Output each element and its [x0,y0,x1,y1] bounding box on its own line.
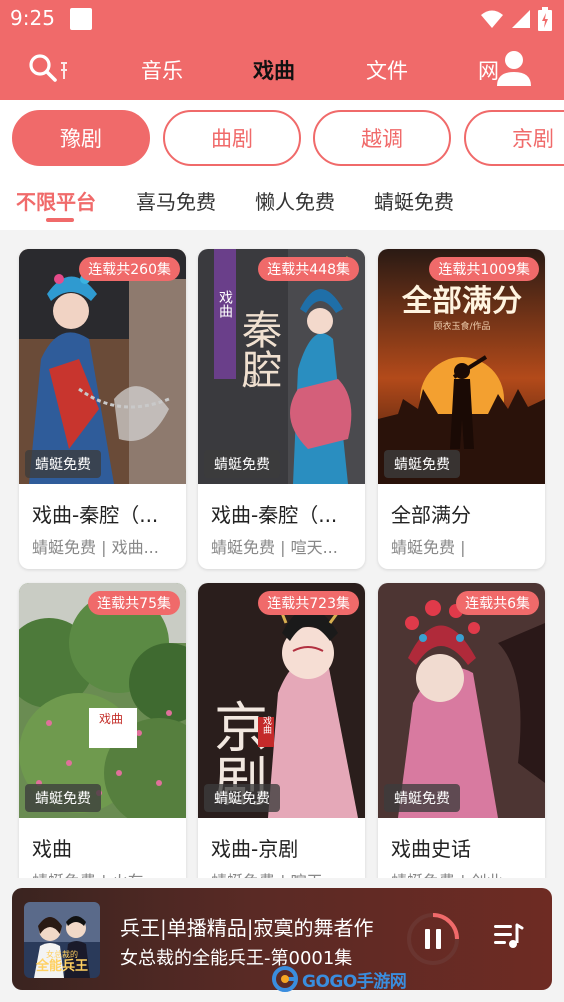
now-playing-title: 兵王|单播精品|寂寞的舞者作 [120,916,374,940]
source-tag: 蜻蜓免费 [204,784,280,812]
cover-title-text: 全能兵王 [35,958,88,974]
platform-tab-all[interactable]: 不限平台 [16,186,96,215]
album-title: 戏曲-京剧 [211,837,299,861]
album-card[interactable]: 连载共6集 蜻蜓免费 戏曲史话 蜻蜓免费 | 创业 [378,583,545,878]
source-tag: 蜻蜓免费 [25,450,101,478]
tab-opera[interactable]: 戏曲 [253,55,295,85]
status-bar: 9:25 [0,0,564,38]
notification-icon [70,8,92,30]
category-pill-jingju[interactable]: 京剧 [464,110,564,166]
source-tag: 蜻蜓免费 [384,784,460,812]
episode-badge: 连载共260集 [79,257,180,281]
category-pill-yuju[interactable]: 豫剧 [12,110,150,166]
episode-badge: 连载共6集 [456,591,539,615]
status-icons [480,7,552,31]
episode-badge: 连载共723集 [258,591,359,615]
source-tag: 蜻蜓免费 [384,450,460,478]
album-subtitle: 蜻蜓免费 | 创业 [391,868,536,878]
watermark-text: GOGO手游网 [302,971,407,992]
cover-label-text: 戏曲 [99,712,123,726]
album-cover [378,583,545,818]
cover-text: 戏曲 [217,290,233,318]
wifi-icon [481,10,503,28]
album-cover: 全部满分 顾衣玉食/作品 [378,249,545,484]
active-tab-underline [46,218,74,222]
album-cover [19,249,186,484]
album-title: 戏曲 [32,837,72,861]
platform-tab-lanren[interactable]: 懒人免费 [255,186,335,215]
album-subtitle: 蜻蜓免费 | 火车 [32,868,177,878]
album-cover: 戏曲 秦腔 1 [198,249,365,484]
signal-icon [512,10,530,28]
cover-small-text: 女总裁的 [46,949,78,959]
source-tag: 蜻蜓免费 [25,784,101,812]
episode-badge: 连载共1009集 [429,257,539,281]
album-grid: 连载共260集 蜻蜓免费 戏曲-秦腔（... 蜻蜓免费 | 戏曲... 戏曲 秦… [0,230,564,878]
album-subtitle: 蜻蜓免费 | [391,538,466,557]
status-time: 9:25 [10,6,55,30]
platform-tab-qingting[interactable]: 蜻蜓免费 [374,186,454,215]
battery-icon [538,7,552,31]
filter-panel: 豫剧 曲剧 越调 京剧 不限平台 喜马免费 懒人免费 蜻蜓免费 [0,100,564,230]
album-cover: 京剧 戏曲 [198,583,365,818]
album-subtitle: 蜻蜓免费 | 戏曲... [32,538,159,557]
category-pill-quju[interactable]: 曲剧 [163,110,301,166]
playlist-icon[interactable] [492,921,524,953]
top-nav: 音乐 戏曲 文件 网 [0,38,564,100]
tab-music[interactable]: 音乐 [141,55,183,85]
cover-seal-text: 戏曲 [261,715,272,735]
episode-badge: 连载共75集 [88,591,180,615]
category-pill-yuediao[interactable]: 越调 [313,110,451,166]
episode-badge: 连载共448集 [258,257,359,281]
cover-title-text: 全部满分 [401,284,522,319]
user-icon[interactable] [496,50,532,86]
watermark-logo-icon [272,966,298,992]
album-title: 戏曲-秦腔（... [211,503,338,527]
album-title: 戏曲史话 [391,837,471,861]
album-card[interactable]: 戏曲 连载共75集 蜻蜓免费 戏曲 蜻蜓免费 | 火车 [19,583,186,878]
album-subtitle: 蜻蜓免费 | 喧天... [211,538,338,557]
album-card[interactable]: 全部满分 顾衣玉食/作品 连载共1009集 蜻蜓免费 全部满分 蜻蜓免费 | [378,249,545,569]
watermark: GOGO手游网 [272,964,407,994]
album-title: 全部满分 [391,503,471,527]
cover-author-text: 顾衣玉食/作品 [433,320,490,332]
album-card[interactable]: 戏曲 秦腔 1 连载共448集 蜻蜓免费 戏曲-秦腔（... 蜻蜓免费 | 喧天… [198,249,365,569]
search-icon[interactable] [28,53,72,87]
now-playing-cover[interactable]: 女总裁的 全能兵王 [24,902,100,978]
platform-tab-ximalaya[interactable]: 喜马免费 [136,186,216,215]
album-title: 戏曲-秦腔（... [32,503,159,527]
pause-button[interactable] [406,912,460,966]
album-cover: 戏曲 [19,583,186,818]
album-subtitle: 蜻蜓免费 | 喧天 [211,868,356,878]
tab-files[interactable]: 文件 [366,55,408,85]
source-tag: 蜻蜓免费 [204,450,280,478]
album-card[interactable]: 连载共260集 蜻蜓免费 戏曲-秦腔（... 蜻蜓免费 | 戏曲... [19,249,186,569]
cover-volume-number: 1 [249,375,255,386]
album-card[interactable]: 京剧 戏曲 连载共723集 蜻蜓免费 戏曲-京剧 蜻蜓免费 | 喧天 [198,583,365,878]
